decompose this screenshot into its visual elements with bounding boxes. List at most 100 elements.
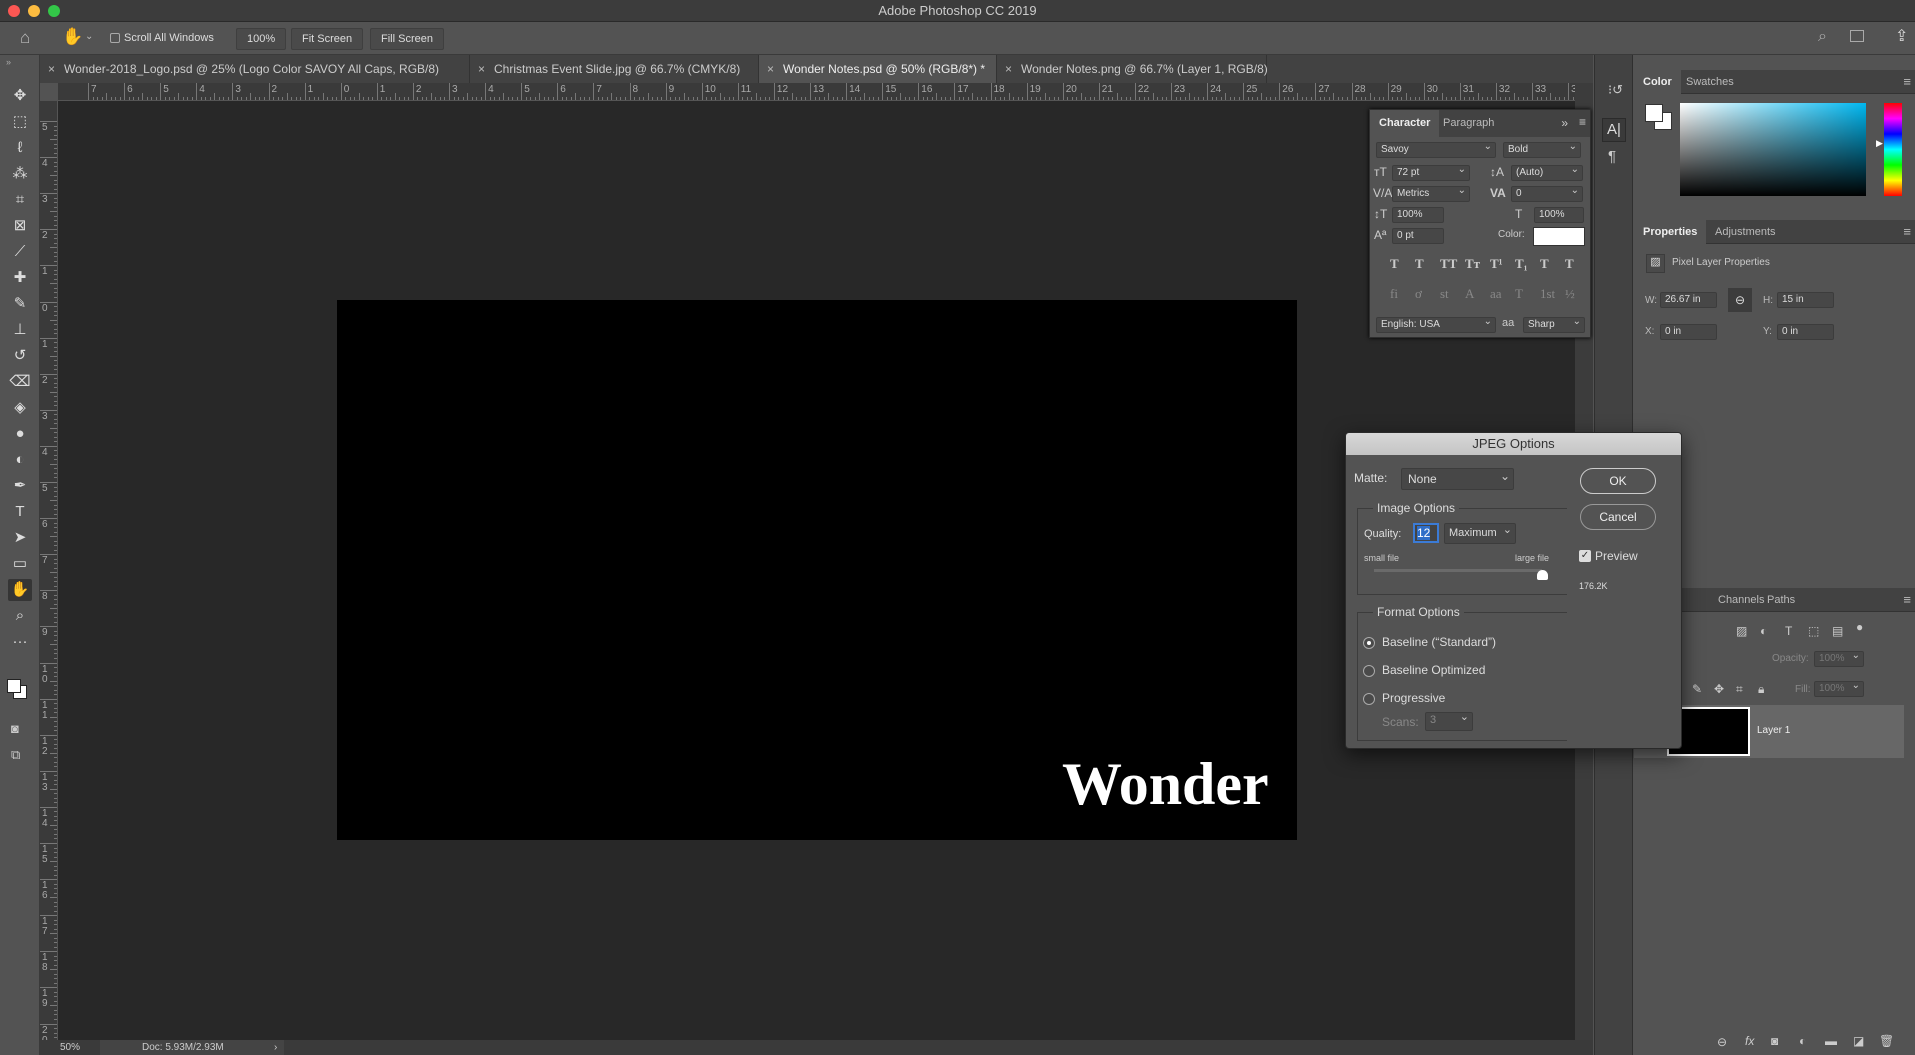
type-style-button[interactable]: T¹ [1490, 256, 1503, 272]
path-selection-icon[interactable]: ➤ [8, 527, 32, 549]
link-layers-icon[interactable]: ⊖ [1717, 1035, 1727, 1049]
crop-tool-icon[interactable]: ⌗ [8, 189, 32, 211]
paragraph-panel-icon[interactable]: ¶ [1608, 148, 1616, 165]
panel-menu-icon[interactable]: ≡ [1903, 588, 1911, 612]
foreground-color-swatch[interactable] [1645, 104, 1663, 122]
zoom-window-button[interactable] [48, 5, 60, 17]
type-style-button[interactable]: T [1390, 256, 1399, 272]
panel-menu-icon[interactable]: ≡ [1903, 70, 1911, 94]
share-icon[interactable]: ⇪ [1895, 26, 1908, 46]
tab-document[interactable]: × Wonder-2018_Logo.psd @ 25% (Logo Color … [40, 55, 470, 83]
type-style-button[interactable]: TT [1440, 256, 1457, 272]
lock-pixels-icon[interactable]: ✎ [1692, 682, 1702, 696]
group-folder-icon[interactable]: ▬ [1825, 1034, 1837, 1048]
cancel-button[interactable]: Cancel [1580, 504, 1656, 530]
fill-input[interactable]: 100% [1814, 679, 1864, 697]
close-tab-icon[interactable]: × [478, 55, 485, 83]
type-style-button[interactable]: T [1540, 256, 1549, 272]
expand-toolbar-icon[interactable]: » [6, 57, 11, 67]
opentype-button[interactable]: st [1440, 286, 1449, 302]
filter-toggle-icon[interactable]: ● [1856, 620, 1863, 634]
type-style-button[interactable]: Tт [1465, 256, 1480, 272]
document-canvas[interactable]: Wonder [337, 300, 1297, 840]
frame-tool-icon[interactable]: ⊠ [8, 215, 32, 237]
ok-button[interactable]: OK [1580, 468, 1656, 494]
type-style-button[interactable]: T [1415, 256, 1424, 272]
font-style-select[interactable]: Bold [1503, 140, 1581, 158]
filter-pixel-icon[interactable]: ▨ [1736, 624, 1747, 638]
width-input[interactable]: 26.67 in [1660, 292, 1717, 308]
type-style-button[interactable]: T₁ [1515, 256, 1528, 272]
dodge-tool-icon[interactable]: ◐ [8, 449, 32, 471]
lock-position-icon[interactable]: ✥ [1714, 682, 1724, 696]
leading-select[interactable]: (Auto) [1511, 163, 1583, 181]
lasso-tool-icon[interactable]: ℓ [8, 137, 32, 159]
character-panel-icon[interactable]: A| [1602, 118, 1626, 142]
baseline-shift-input[interactable]: 0 pt [1392, 228, 1444, 244]
status-menu-arrow-icon[interactable]: › [274, 1040, 277, 1055]
minimize-window-button[interactable] [28, 5, 40, 17]
preview-checkbox[interactable]: ✓ [1579, 550, 1591, 562]
opentype-button[interactable]: aa [1490, 286, 1502, 302]
history-icon[interactable]: ⁝↺ [1608, 82, 1623, 98]
chevron-down-icon[interactable]: ⌄ [85, 31, 93, 42]
filter-adjustment-icon[interactable]: ◐ [1760, 624, 1767, 638]
opentype-button[interactable]: A [1465, 286, 1474, 302]
hue-slider[interactable] [1884, 103, 1902, 196]
tab-document[interactable]: × Wonder Notes.png @ 66.7% (Layer 1, RGB/… [997, 55, 1268, 83]
y-input[interactable]: 0 in [1777, 324, 1834, 340]
eraser-icon[interactable]: ⌫ [8, 371, 32, 393]
type-style-button[interactable]: T [1565, 256, 1574, 272]
hue-slider-handle-icon[interactable]: ▶ [1876, 138, 1883, 149]
hand-tool-preset-icon[interactable]: ✋ [62, 27, 83, 47]
opentype-button[interactable]: T [1515, 286, 1523, 302]
healing-brush-icon[interactable]: ✚ [8, 267, 32, 289]
matte-select[interactable]: None [1401, 466, 1514, 490]
zoom-tool-icon[interactable]: ⌕ [8, 605, 32, 627]
tab-character[interactable]: Character [1370, 110, 1440, 137]
close-tab-icon[interactable]: × [1005, 55, 1012, 83]
pen-tool-icon[interactable]: ✒ [8, 475, 32, 497]
tracking-select[interactable]: 0 [1511, 184, 1583, 202]
text-color-swatch[interactable] [1533, 227, 1585, 246]
horizontal-scale-input[interactable]: 100% [1534, 207, 1584, 223]
more-tools-icon[interactable]: ··· [8, 631, 32, 653]
close-window-button[interactable] [8, 5, 20, 17]
quality-slider-handle[interactable] [1537, 570, 1548, 580]
marquee-tool-icon[interactable]: ⬚ [8, 111, 32, 133]
color-field[interactable] [1680, 103, 1866, 196]
layer-mask-icon[interactable]: ◙ [1771, 1034, 1778, 1048]
tab-swatches[interactable]: Swatches [1677, 70, 1743, 94]
tab-document[interactable]: × Wonder Notes.psd @ 50% (RGB/8*) * [759, 55, 997, 83]
lock-all-icon[interactable]: 🔒︎ [1758, 682, 1764, 697]
search-icon[interactable]: ⌕ [1818, 28, 1827, 46]
scans-select[interactable]: 3 [1425, 710, 1473, 731]
blur-tool-icon[interactable]: ● [8, 423, 32, 445]
filter-smart-object-icon[interactable]: ▤ [1832, 624, 1843, 638]
opentype-button[interactable]: ½ [1565, 286, 1575, 302]
scroll-all-windows-checkbox[interactable] [110, 33, 120, 43]
fx-icon[interactable]: fx [1745, 1034, 1754, 1048]
filter-shape-icon[interactable]: ⬚ [1808, 624, 1819, 638]
tab-properties[interactable]: Properties [1634, 220, 1707, 244]
fit-screen-button[interactable]: Fit Screen [291, 28, 364, 50]
opentype-button[interactable]: fi [1390, 286, 1398, 302]
zoom-100-button[interactable]: 100% [236, 28, 287, 50]
vertical-scale-input[interactable]: 100% [1392, 207, 1444, 223]
tab-paragraph[interactable]: Paragraph [1434, 110, 1503, 137]
tab-adjustments[interactable]: Adjustments [1706, 220, 1785, 244]
new-layer-icon[interactable]: ◪ [1853, 1034, 1864, 1048]
brush-tool-icon[interactable]: ✎ [8, 293, 32, 315]
move-tool-icon[interactable]: ✥ [8, 85, 32, 107]
home-icon[interactable]: ⌂ [20, 28, 30, 48]
lock-artboard-icon[interactable]: ⌗ [1736, 682, 1743, 697]
antialias-select[interactable]: Sharp [1523, 315, 1585, 333]
close-tab-icon[interactable]: × [767, 55, 774, 83]
quality-slider-track[interactable] [1374, 569, 1542, 572]
tab-paths[interactable]: Paths [1758, 588, 1804, 612]
paint-bucket-icon[interactable]: ◈ [8, 397, 32, 419]
filter-type-icon[interactable]: T [1785, 624, 1792, 638]
quality-input[interactable]: 12 [1417, 526, 1431, 540]
format-radio[interactable] [1363, 665, 1375, 677]
opacity-input[interactable]: 100% [1814, 649, 1864, 667]
